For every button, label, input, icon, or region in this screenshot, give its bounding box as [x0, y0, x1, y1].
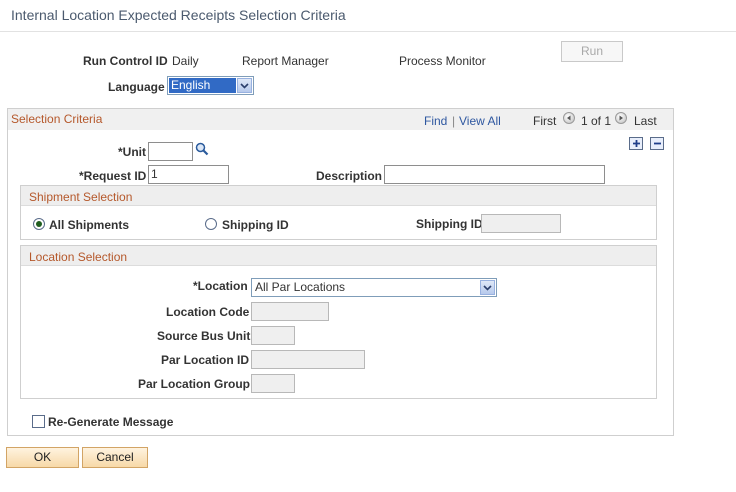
shipping-id-radio[interactable] — [205, 218, 217, 230]
report-manager-link[interactable]: Report Manager — [242, 54, 329, 68]
location-selection-title: Location Selection — [29, 250, 128, 264]
shipping-id-input[interactable] — [481, 214, 561, 233]
next-icon[interactable] — [615, 112, 627, 124]
description-input[interactable] — [384, 165, 605, 184]
previous-icon[interactable] — [563, 112, 575, 124]
request-id-input[interactable]: 1 — [148, 165, 229, 184]
language-selected-value: English — [169, 78, 236, 93]
cancel-button[interactable]: Cancel — [82, 447, 148, 468]
all-shipments-label: All Shipments — [49, 218, 130, 232]
run-control-label: Run Control ID — [83, 54, 168, 68]
regenerate-message-checkbox[interactable] — [32, 415, 45, 428]
location-selection-panel — [20, 245, 657, 399]
add-row-icon[interactable] — [629, 137, 643, 150]
run-button[interactable]: Run — [561, 41, 623, 62]
find-link[interactable]: Find — [424, 114, 447, 128]
unit-label: *Unit — [118, 145, 146, 159]
par-location-group-input[interactable] — [251, 374, 295, 393]
chevron-down-icon[interactable] — [480, 280, 495, 295]
all-shipments-radio[interactable] — [33, 218, 45, 230]
process-monitor-link[interactable]: Process Monitor — [399, 54, 486, 68]
source-bus-unit-label: Source Bus Unit — [157, 329, 251, 343]
source-bus-unit-input[interactable] — [251, 326, 295, 345]
description-label: Description — [316, 169, 383, 183]
shipment-selection-title: Shipment Selection — [29, 190, 133, 204]
location-selected-value: All Par Locations — [255, 280, 346, 294]
selection-criteria-title: Selection Criteria — [11, 112, 103, 126]
location-select[interactable]: All Par Locations — [251, 278, 497, 297]
regenerate-message-label: Re-Generate Message — [48, 415, 174, 429]
language-label: Language — [108, 80, 165, 94]
par-location-id-label: Par Location ID — [161, 353, 250, 367]
location-label: *Location — [193, 279, 248, 293]
title-divider — [0, 31, 736, 32]
lookup-icon[interactable] — [195, 142, 209, 156]
par-location-group-label: Par Location Group — [138, 377, 251, 391]
chevron-down-icon[interactable] — [237, 78, 252, 93]
shipping-id-label: Shipping ID — [416, 217, 483, 231]
location-code-label: Location Code — [166, 305, 250, 319]
radio-selected-dot — [36, 221, 42, 227]
first-label: First — [533, 114, 557, 128]
delete-row-icon[interactable] — [650, 137, 664, 150]
request-id-label: *Request ID — [79, 169, 147, 183]
shipping-id-radio-label: Shipping ID — [222, 218, 289, 232]
language-select[interactable]: English — [167, 76, 254, 95]
page-indicator: 1 of 1 — [581, 114, 612, 128]
nav-separator: | — [452, 114, 456, 128]
ok-button[interactable]: OK — [6, 447, 79, 468]
run-control-value: Daily — [172, 54, 199, 68]
par-location-id-input[interactable] — [251, 350, 365, 369]
unit-input[interactable] — [148, 142, 193, 161]
last-label: Last — [634, 114, 657, 128]
page-title: Internal Location Expected Receipts Sele… — [11, 7, 346, 23]
view-all-link[interactable]: View All — [459, 114, 501, 128]
location-code-input[interactable] — [251, 302, 329, 321]
